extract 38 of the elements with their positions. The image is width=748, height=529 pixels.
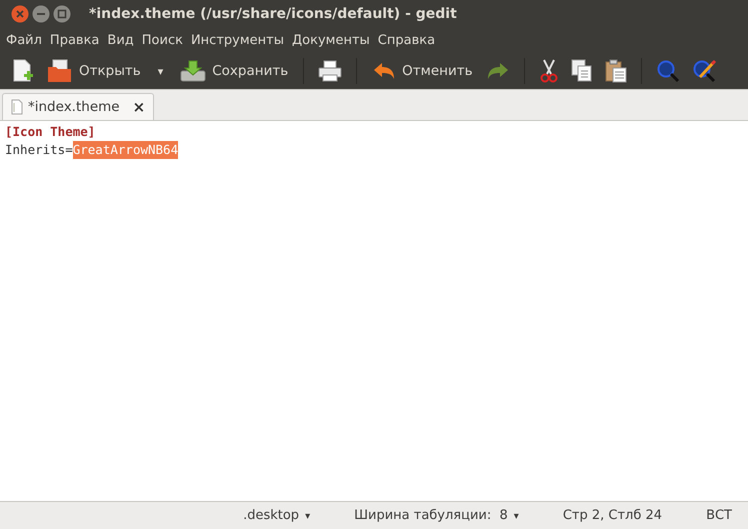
- clipboard-icon[interactable]: [604, 59, 627, 83]
- menu-item[interactable]: Файл: [2, 32, 46, 48]
- find-replace-icon[interactable]: [692, 59, 718, 83]
- maximize-icon[interactable]: [53, 4, 71, 22]
- status-text: ВСТ: [706, 508, 732, 523]
- printer-icon[interactable]: [318, 60, 342, 82]
- document-tab[interactable]: *index.theme ×: [2, 93, 154, 120]
- undo-button[interactable]: Отменить: [367, 61, 478, 81]
- menu-item[interactable]: Вид: [103, 32, 138, 48]
- close-icon[interactable]: [11, 4, 29, 22]
- status-dropdown[interactable]: Ширина табуляции: 8 ▾: [354, 508, 519, 523]
- menu-item[interactable]: Правка: [46, 32, 104, 48]
- text-editor[interactable]: [Icon Theme] Inherits=GreatArrowNB64: [0, 120, 748, 501]
- drive-download-icon: [180, 59, 206, 83]
- redo-arrow-icon[interactable]: [486, 61, 510, 81]
- save-button[interactable]: Сохранить: [175, 59, 294, 83]
- menu-item[interactable]: Инструменты: [186, 32, 288, 48]
- code-text: Inherits=: [5, 141, 73, 159]
- minimize-icon[interactable]: [32, 4, 50, 22]
- window-title: *index.theme (/usr/share/icons/default) - gedit: [89, 6, 457, 22]
- selected-text: GreatArrowNB64: [72, 141, 178, 159]
- scissors-icon[interactable]: [538, 59, 559, 83]
- close-tab-button[interactable]: ×: [132, 98, 146, 116]
- dropdown-button[interactable]: ▾: [150, 64, 172, 78]
- undo-arrow-icon: [372, 61, 396, 81]
- menu-item[interactable]: Поиск: [138, 32, 187, 48]
- folder-icon: [47, 59, 73, 83]
- status-dropdown[interactable]: .desktop ▾: [243, 508, 310, 523]
- tab-label: *index.theme: [28, 99, 120, 115]
- search-icon[interactable]: [656, 59, 680, 83]
- open-button[interactable]: Открыть: [42, 59, 146, 83]
- menu-item[interactable]: Справка: [374, 32, 440, 48]
- section-header: [Icon Theme]: [5, 123, 96, 141]
- copy-icon[interactable]: [570, 59, 593, 83]
- new-document-icon[interactable]: [12, 59, 34, 83]
- document-icon: [11, 99, 23, 115]
- status-text: Стр 2, Стлб 24: [562, 508, 662, 523]
- menu-item[interactable]: Документы: [288, 32, 374, 48]
